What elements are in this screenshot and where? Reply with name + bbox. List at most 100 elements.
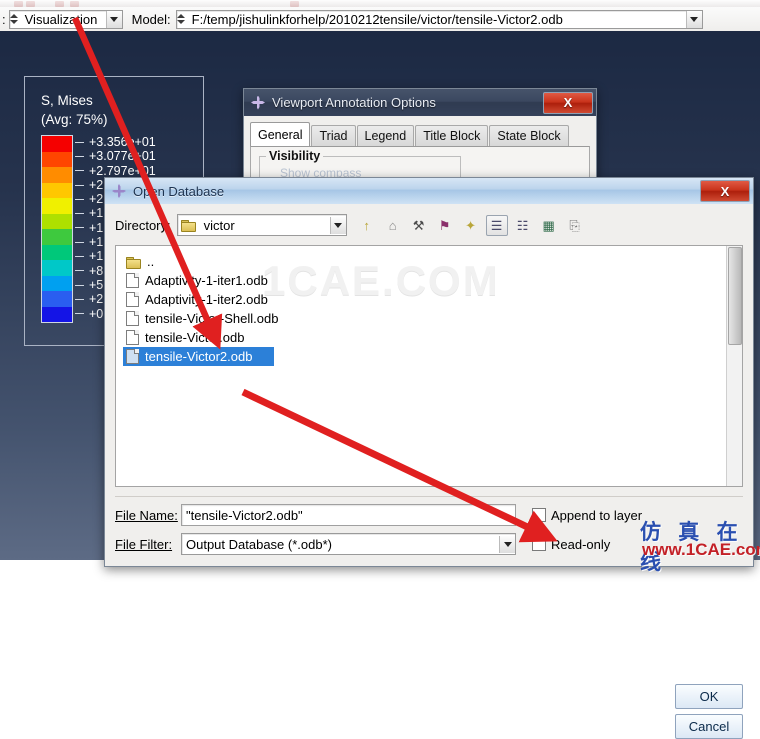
file-list-scrollbar[interactable]: [726, 246, 742, 486]
file-icon: [126, 330, 139, 345]
odb-body: Directory: victor ↑ ⌂ ⚒ ⚑ ✦ ☰ ☷ ▦ ⎘ .. Adaptivity…: [105, 204, 753, 739]
legend-color-band-1: [42, 151, 72, 167]
module-spinner-icon[interactable]: [10, 10, 19, 28]
file-list-rows[interactable]: .. Adaptivity-1-iter1.odb Adaptivity-1-ite…: [116, 246, 742, 366]
work-directory-icon-glyph: ⚒: [412, 217, 425, 233]
legend-tick-1: +3.077e+01: [75, 149, 156, 163]
directory-combo[interactable]: victor: [176, 214, 347, 236]
context-bar: : Visualization Model: F:/temp/jishulink…: [0, 7, 760, 31]
file-list-item-label: Adaptivity-1-iter2.odb: [145, 292, 268, 307]
abaqus-logo-icon: [111, 183, 127, 199]
clipboard-icon[interactable]: ⎘: [564, 215, 586, 236]
module-combo-value: Visualization: [24, 11, 98, 27]
chevron-down-icon[interactable]: [499, 535, 515, 553]
parent-directory-icon[interactable]: ↑: [356, 215, 378, 236]
tab-legend[interactable]: Legend: [356, 125, 415, 146]
tab-title-block[interactable]: Title Block: [415, 125, 489, 146]
detail-view-icon[interactable]: ☷: [512, 215, 534, 236]
file-list[interactable]: .. Adaptivity-1-iter1.odb Adaptivity-1-ite…: [115, 245, 743, 487]
model-combo-value: F:/temp/jishulinkforhelp/2010212tensile/…: [191, 11, 563, 27]
abaqus-application-window: : Visualization Model: F:/temp/jishulink…: [0, 0, 760, 739]
legend-color-band-0: [42, 136, 72, 152]
read-only-checkbox-wrap[interactable]: Read-only: [532, 537, 610, 552]
directory-row: Directory: victor ↑ ⌂ ⚒ ⚑ ✦ ☰ ☷ ▦ ⎘: [115, 213, 743, 237]
append-to-layer-checkbox-wrap[interactable]: Append to layer: [532, 508, 642, 523]
legend-colorbar: [41, 135, 73, 323]
parent-directory-icon-glyph: ↑: [363, 217, 370, 233]
append-to-layer-checkbox[interactable]: [532, 508, 546, 522]
file-icon: [126, 292, 139, 307]
home-directory-icon[interactable]: ⌂: [382, 215, 404, 236]
new-folder-icon[interactable]: ✦: [460, 215, 482, 236]
file-list-item[interactable]: Adaptivity-1-iter2.odb: [123, 290, 742, 309]
append-to-layer-label: Append to layer: [551, 507, 643, 523]
file-list-item[interactable]: ..: [123, 252, 742, 271]
file-icon: [126, 311, 139, 326]
legend-color-band-2: [42, 167, 72, 183]
legend-color-band-8: [42, 260, 72, 276]
detail-view-icon-glyph: ☷: [516, 217, 529, 233]
legend-average-label: (Avg: 75%): [41, 112, 108, 127]
folder-icon: [126, 256, 141, 269]
ok-button[interactable]: OK: [675, 684, 743, 709]
file-filter-value: Output Database (*.odb*): [186, 536, 332, 552]
new-folder-icon-glyph: ✦: [465, 217, 477, 233]
file-list-item[interactable]: Adaptivity-1-iter1.odb: [123, 271, 742, 290]
open-database-dialog[interactable]: Open Database X Directory: victor ↑ ⌂ ⚒ ⚑ ✦ ☰…: [104, 177, 754, 739]
file-name-row: File Name: "tensile-Victor2.odb" Append …: [115, 504, 743, 709]
list-view-icon[interactable]: ☰: [485, 214, 508, 236]
file-filter-row: File Filter: Output Database (*.odb*) Re…: [115, 533, 743, 739]
work-directory-icon[interactable]: ⚒: [408, 215, 430, 236]
file-list-item[interactable]: tensile-Victor-Shell.odb: [123, 309, 742, 328]
tab-general[interactable]: General: [250, 122, 311, 146]
legend-title: S, Mises (Avg: 75%): [41, 91, 203, 129]
file-list-item-label: ..: [147, 254, 155, 269]
tab-triad[interactable]: Triad: [311, 125, 356, 146]
legend-color-band-4: [42, 198, 72, 214]
read-only-label: Read-only: [551, 536, 611, 552]
directory-toolbar[interactable]: ↑ ⌂ ⚒ ⚑ ✦ ☰ ☷ ▦ ⎘: [356, 214, 586, 236]
legend-color-band-6: [42, 229, 72, 245]
tab-state-block[interactable]: State Block: [489, 125, 569, 146]
file-list-item-label: tensile-Victor-Shell.odb: [145, 311, 279, 326]
close-icon[interactable]: X: [700, 180, 750, 202]
list-view-icon-glyph: ☰: [490, 217, 503, 233]
vao-titlebar[interactable]: Viewport Annotation Options X: [244, 89, 596, 116]
abaqus-logo-icon: [250, 95, 266, 111]
model-spinner-icon[interactable]: [177, 10, 186, 28]
file-list-item-label: tensile-Victor2.odb: [145, 349, 253, 364]
directory-combo-value: victor: [203, 217, 235, 233]
file-list-item[interactable]: tensile-Victor.odb: [123, 328, 742, 347]
file-filter-combo[interactable]: Output Database (*.odb*): [181, 533, 516, 555]
vao-title: Viewport Annotation Options: [272, 95, 436, 110]
file-list-item[interactable]: tensile-Victor2.odb: [123, 347, 274, 366]
bookmark-directory-icon-glyph: ⚑: [438, 217, 451, 233]
file-list-item-label: Adaptivity-1-iter1.odb: [145, 273, 268, 288]
chevron-down-icon[interactable]: [329, 216, 346, 234]
home-directory-icon-glyph: ⌂: [388, 217, 397, 233]
cancel-button[interactable]: Cancel: [675, 714, 743, 739]
divider: [115, 496, 743, 497]
clipboard-icon-glyph: ⎘: [569, 217, 580, 233]
legend-tick-0: +3.356e+01: [75, 135, 156, 149]
file-filter-label: File Filter:: [115, 537, 181, 552]
scrollbar-thumb[interactable]: [728, 247, 742, 345]
file-list-item-label: tensile-Victor.odb: [145, 330, 245, 345]
chevron-down-icon[interactable]: [105, 10, 122, 28]
legend-color-band-9: [42, 275, 72, 291]
visibility-group-caption: Visibility: [266, 149, 324, 163]
odb-titlebar[interactable]: Open Database X: [105, 178, 753, 204]
bookmark-directory-icon[interactable]: ⚑: [434, 215, 456, 236]
folder-icon: [180, 219, 196, 232]
module-combo[interactable]: Visualization: [8, 9, 123, 29]
table-view-icon[interactable]: ▦: [538, 215, 560, 236]
model-combo[interactable]: F:/temp/jishulinkforhelp/2010212tensile/…: [175, 9, 703, 29]
vao-tabstrip[interactable]: General Triad Legend Title Block State Block: [250, 122, 596, 146]
legend-tick-2: +2.797e+01: [75, 164, 156, 178]
legend-variable-label: S, Mises: [41, 93, 93, 108]
read-only-checkbox[interactable]: [532, 537, 546, 551]
table-view-icon-glyph: ▦: [542, 217, 555, 233]
chevron-down-icon[interactable]: [685, 10, 702, 28]
close-icon[interactable]: X: [543, 91, 593, 114]
file-name-input[interactable]: "tensile-Victor2.odb": [181, 504, 516, 526]
